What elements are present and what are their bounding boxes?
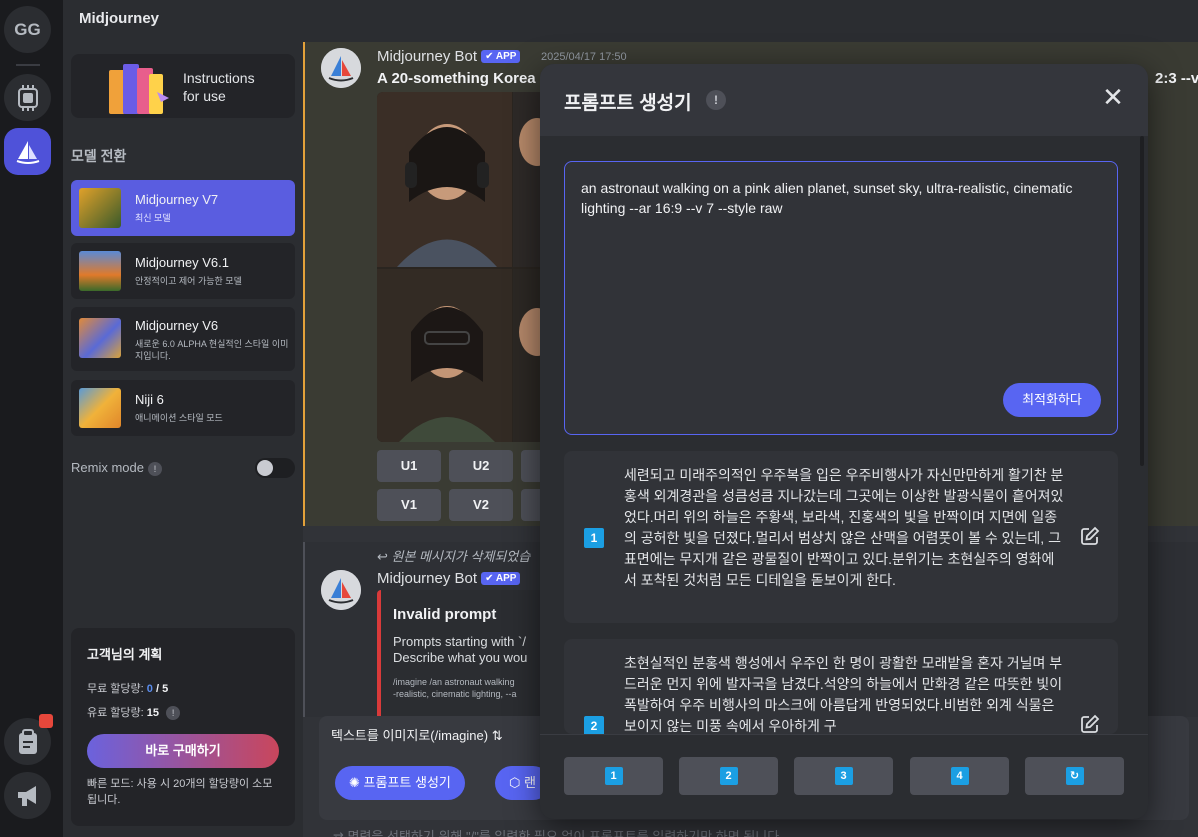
midjourney-server-icon[interactable] bbox=[4, 128, 51, 175]
bot-avatar[interactable] bbox=[321, 48, 361, 88]
use-result-1-button[interactable]: 1 bbox=[564, 757, 663, 795]
command-label[interactable]: 텍스트를 이미지로(/imagine) ⇅ bbox=[331, 725, 503, 744]
openai-icon: ✺ bbox=[349, 775, 360, 790]
model-thumbnail bbox=[79, 188, 121, 228]
result-card-2[interactable]: 2 초현실적인 분홍색 행성에서 우주인 한 명이 광활한 모래밭을 혼자 거닐… bbox=[564, 639, 1118, 734]
prompt-input-text[interactable]: an astronaut walking on a pink alien pla… bbox=[581, 178, 1103, 218]
prompt-text: A 20-something Korea bbox=[377, 70, 536, 87]
result-number: 2 bbox=[584, 716, 604, 734]
reply-reference: ↩ 원본 메시지가 삭제되었습 bbox=[377, 549, 531, 564]
chip-server-icon[interactable] bbox=[4, 74, 51, 121]
result-text: 세련되고 미래주의적인 우주복을 입은 우주비행사가 자신만만하게 활기찬 분홍… bbox=[624, 467, 1064, 588]
use-result-3-button[interactable]: 3 bbox=[794, 757, 893, 795]
use-result-4-button[interactable]: 4 bbox=[910, 757, 1009, 795]
image-grid[interactable] bbox=[377, 92, 557, 442]
model-sidebar: Midjourney Instructions for use 모델 전환 Mi… bbox=[63, 0, 303, 837]
bot-avatar[interactable] bbox=[321, 570, 361, 610]
instructions-label: Instructions for use bbox=[183, 70, 255, 104]
embed-code: /imagine /an astronaut walking -realisti… bbox=[393, 677, 517, 699]
prompt-generator-button[interactable]: ✺ 프롬프트 생성기 bbox=[335, 766, 465, 800]
model-desc: 애니메이션 스타일 모드 bbox=[135, 413, 223, 423]
info-icon[interactable]: ! bbox=[147, 461, 162, 476]
server-rail: GG bbox=[0, 0, 63, 837]
upscale-button-2[interactable]: U2 bbox=[449, 450, 513, 482]
books-icon bbox=[103, 58, 175, 118]
result-number: 3 bbox=[834, 767, 853, 785]
result-number: 4 bbox=[950, 767, 969, 785]
paid-quota: 유료 할당량: 15 ! bbox=[87, 704, 181, 721]
author-name[interactable]: Midjourney Bot ✔ APP bbox=[377, 48, 521, 65]
gg-logo-icon[interactable]: GG bbox=[4, 6, 51, 53]
instructions-card[interactable]: Instructions for use bbox=[71, 54, 295, 118]
model-desc: 최신 모델 bbox=[135, 213, 171, 223]
result-number: 2 bbox=[719, 767, 738, 785]
timestamp: 2025/04/17 17:50 bbox=[541, 51, 627, 63]
remix-mode-label: Remix mode! bbox=[71, 460, 162, 476]
model-item-niji-6[interactable]: Niji 6 애니메이션 스타일 모드 bbox=[71, 380, 295, 436]
plan-card: 고객님의 계획 무료 할당량: 0 / 5 유료 할당량: 15 ! 바로 구매… bbox=[71, 628, 295, 826]
plan-title: 고객님의 계획 bbox=[87, 647, 163, 662]
modal-header: 프롬프트 생성기 ! ✕ bbox=[540, 64, 1148, 136]
cube-icon: ⬡ bbox=[509, 775, 521, 790]
result-text: 초현실적인 분홍색 행성에서 우주인 한 명이 광활한 모래밭을 혼자 거닐며 … bbox=[624, 655, 1063, 734]
prompt-text-tail: 2:3 --v 5 bbox=[1155, 70, 1198, 87]
app-badge: ✔ APP bbox=[481, 572, 521, 585]
model-desc: 새로운 6.0 ALPHA 현실적인 스타일 이미지입니다. bbox=[135, 339, 289, 361]
app-badge: ✔ APP bbox=[481, 50, 521, 63]
channel-header bbox=[303, 0, 1198, 42]
model-item-v7[interactable]: Midjourney V7 최신 모델 bbox=[71, 180, 295, 236]
input-hint[interactable]: ⇄ 명령을 선택하기 위해 "/"를 입력한 필요 없이 프롬프트를 입력하기만… bbox=[333, 826, 779, 837]
megaphone-icon[interactable] bbox=[4, 772, 51, 819]
prompt-input[interactable]: an astronaut walking on a pink alien pla… bbox=[564, 161, 1118, 435]
error-embed: Invalid prompt Prompts starting with `/ … bbox=[377, 590, 547, 728]
sidebar-title: Midjourney bbox=[79, 10, 160, 27]
edit-icon[interactable] bbox=[1080, 714, 1100, 734]
clipboard-icon[interactable] bbox=[4, 714, 53, 765]
upscale-button-1[interactable]: U1 bbox=[377, 450, 441, 482]
help-icon[interactable]: ! bbox=[706, 90, 726, 110]
model-name: Midjourney V7 bbox=[135, 192, 219, 207]
result-number: 1 bbox=[584, 528, 604, 548]
sort-icon: ⇅ bbox=[491, 728, 503, 743]
model-item-v6-1[interactable]: Midjourney V6.1 안정적이고 제어 가능한 모델 bbox=[71, 243, 295, 299]
close-icon[interactable]: ✕ bbox=[1100, 84, 1126, 110]
gift-icon bbox=[39, 714, 53, 728]
embed-body: Prompts starting with `/ Describe what y… bbox=[393, 634, 528, 665]
modal-title: 프롬프트 생성기 bbox=[564, 93, 692, 114]
result-card-1[interactable]: 1 세련되고 미래주의적인 우주복을 입은 우주비행사가 자신만만하게 활기찬 … bbox=[564, 451, 1118, 623]
fast-mode-note: 빠른 모드: 사용 시 20개의 할당량이 소모됩니다. bbox=[87, 778, 273, 806]
refresh-icon: ↻ bbox=[1065, 767, 1084, 785]
rail-divider bbox=[16, 64, 40, 66]
model-desc: 안정적이고 제어 가능한 모델 bbox=[135, 276, 242, 286]
model-thumbnail bbox=[79, 388, 121, 428]
result-number: 1 bbox=[604, 767, 623, 785]
info-icon[interactable]: ! bbox=[166, 706, 181, 721]
model-thumbnail bbox=[79, 318, 121, 358]
optimize-button[interactable]: 최적화하다 bbox=[1003, 383, 1101, 417]
model-switch-label: 모델 전환 bbox=[71, 148, 127, 164]
model-thumbnail bbox=[79, 251, 121, 291]
model-item-v6[interactable]: Midjourney V6 새로운 6.0 ALPHA 현실적인 스타일 이미지… bbox=[71, 307, 295, 371]
modal-scrollbar[interactable] bbox=[1140, 136, 1144, 466]
model-name: Midjourney V6 bbox=[135, 318, 219, 333]
buy-now-button[interactable]: 바로 구매하기 bbox=[87, 734, 279, 768]
toggle-knob bbox=[257, 460, 273, 476]
swap-icon: ⇄ bbox=[333, 829, 348, 837]
prompt-generator-modal: 프롬프트 생성기 ! ✕ an astronaut walking on a p… bbox=[540, 64, 1148, 819]
free-quota: 무료 할당량: 0 / 5 bbox=[87, 683, 169, 695]
variation-button-1[interactable]: V1 bbox=[377, 489, 441, 521]
reply-arrow-icon: ↩ bbox=[377, 549, 392, 564]
embed-title: Invalid prompt bbox=[393, 606, 497, 623]
remix-mode-toggle[interactable] bbox=[255, 458, 295, 478]
modal-footer: 1 2 3 4 ↻ bbox=[540, 734, 1148, 819]
author-name[interactable]: Midjourney Bot ✔ APP bbox=[377, 570, 521, 587]
variation-button-2[interactable]: V2 bbox=[449, 489, 513, 521]
edit-icon[interactable] bbox=[1080, 526, 1100, 546]
model-name: Niji 6 bbox=[135, 392, 164, 407]
regenerate-button[interactable]: ↻ bbox=[1025, 757, 1124, 795]
model-name: Midjourney V6.1 bbox=[135, 255, 229, 270]
use-result-2-button[interactable]: 2 bbox=[679, 757, 778, 795]
